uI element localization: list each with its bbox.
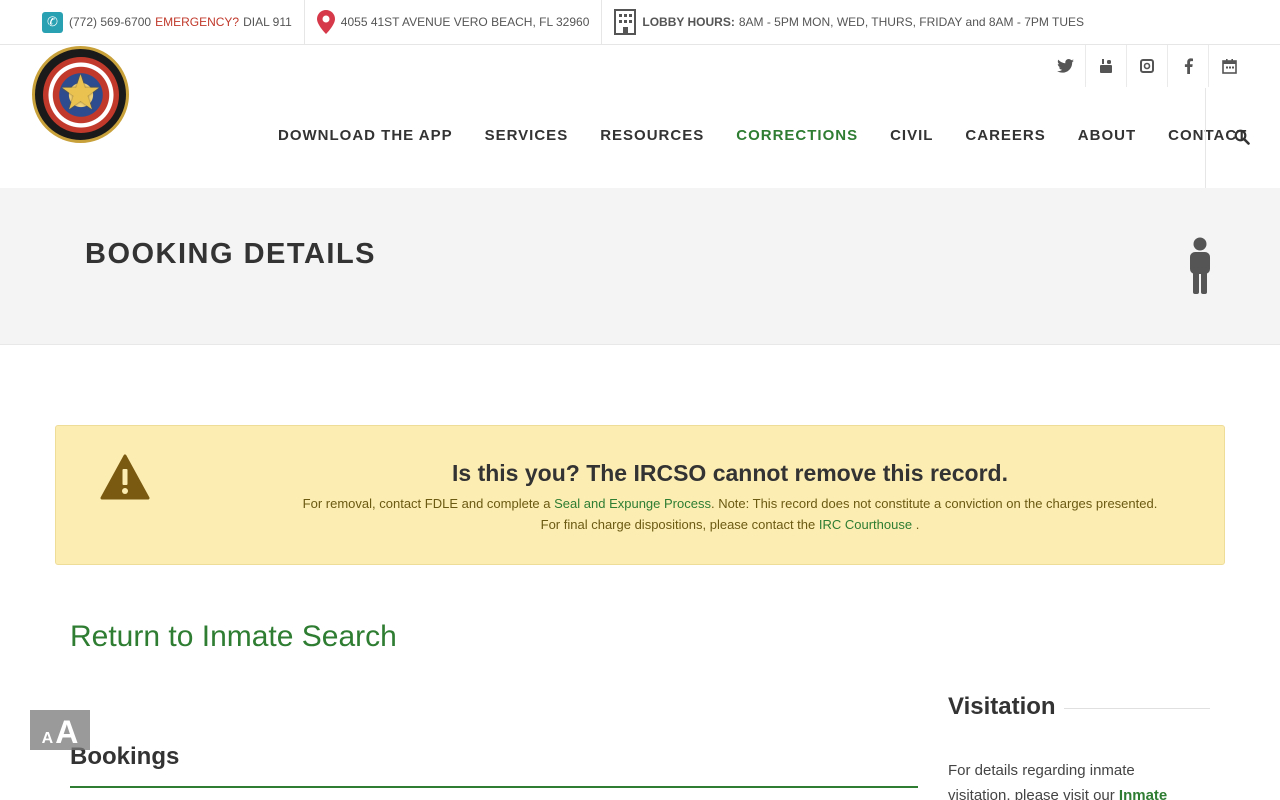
seal-expunge-link[interactable]: Seal and Expunge Process xyxy=(554,496,711,511)
sheriff-badge-logo: ★ xyxy=(42,56,119,133)
address-text[interactable]: 4055 41ST AVENUE VERO BEACH, FL 32960 xyxy=(341,15,590,29)
map-pin-icon xyxy=(316,10,335,34)
hours-label: LOBBY HOURS: xyxy=(642,15,735,29)
nav-careers[interactable]: CAREERS xyxy=(965,127,1045,144)
irc-courthouse-link[interactable]: IRC Courthouse xyxy=(819,517,912,532)
phone-icon: ✆ xyxy=(42,11,63,33)
page-title: BOOKING DETAILS xyxy=(85,238,377,270)
nav-civil[interactable]: CIVIL xyxy=(890,127,933,144)
address-segment: 4055 41ST AVENUE VERO BEACH, FL 32960 xyxy=(305,0,603,45)
person-icon xyxy=(1188,237,1212,295)
facebook-icon[interactable] xyxy=(1168,45,1209,87)
emergency-value: DIAL 911 xyxy=(243,15,292,29)
alert-line-2-prefix: For final charge dispositions, please co… xyxy=(540,517,816,532)
emergency-label: EMERGENCY? xyxy=(155,15,240,29)
visitation-text-body: For details regarding inmate visitation,… xyxy=(948,762,1135,800)
return-to-inmate-search-link[interactable]: Return to Inmate Search xyxy=(70,620,397,654)
nav-divider xyxy=(1205,88,1206,188)
alert-title: Is this you? The IRCSO cannot remove thi… xyxy=(452,460,1008,486)
record-warning-alert: Is this you? The IRCSO cannot remove thi… xyxy=(55,425,1225,565)
instagram-icon[interactable] xyxy=(1127,45,1168,87)
sheriff-logo[interactable]: ★ xyxy=(32,46,129,143)
alert-line-2: For final charge dispositions, please co… xyxy=(56,517,1224,532)
nav-services[interactable]: SERVICES xyxy=(485,127,569,144)
phone-segment: ✆ (772) 569-6700 EMERGENCY? DIAL 911 xyxy=(0,0,305,45)
inmate-visitation-link[interactable]: Inmate xyxy=(1119,787,1167,800)
nav-resources[interactable]: RESOURCES xyxy=(600,127,704,144)
alert-line-1: For removal, contact FDLE and complete a… xyxy=(56,496,1224,511)
search-icon[interactable] xyxy=(1234,129,1250,145)
bookings-divider xyxy=(70,786,918,788)
phone-number[interactable]: (772) 569-6700 xyxy=(69,15,151,29)
font-size-toggle-button[interactable]: A A xyxy=(30,710,90,750)
building-icon xyxy=(614,9,637,35)
badge-star-icon: ★ xyxy=(58,66,103,120)
calendar-icon[interactable] xyxy=(1209,45,1250,87)
youtube-icon[interactable] xyxy=(1086,45,1127,87)
visitation-divider xyxy=(1064,708,1210,709)
nav-download-the-app[interactable]: DOWNLOAD THE APP xyxy=(278,127,453,144)
font-small-icon: A xyxy=(41,730,54,747)
nav-corrections[interactable]: CORRECTIONS xyxy=(736,127,858,144)
alert-line-1-prefix: For removal, contact FDLE and complete a xyxy=(302,496,551,511)
top-info-bar: ✆ (772) 569-6700 EMERGENCY? DIAL 911 405… xyxy=(0,0,1280,45)
main-nav: DOWNLOAD THE APP SERVICES RESOURCES CORR… xyxy=(278,127,1279,144)
page-title-banner: BOOKING DETAILS xyxy=(0,188,1280,345)
font-large-icon: A xyxy=(55,714,79,750)
alert-line-2-suffix: . xyxy=(915,517,920,532)
twitter-icon[interactable] xyxy=(1045,45,1086,87)
alert-line-1-suffix: . Note: This record does not constitute … xyxy=(710,496,1158,511)
visitation-heading: Visitation xyxy=(948,693,1056,720)
social-links xyxy=(1045,45,1250,87)
hours-value: 8AM - 5PM MON, WED, THURS, FRIDAY and 8A… xyxy=(738,15,1085,29)
visitation-text: For details regarding inmate visitation,… xyxy=(948,758,1198,800)
nav-about[interactable]: ABOUT xyxy=(1078,127,1136,144)
hours-segment: LOBBY HOURS: 8AM - 5PM MON, WED, THURS, … xyxy=(602,0,1096,45)
